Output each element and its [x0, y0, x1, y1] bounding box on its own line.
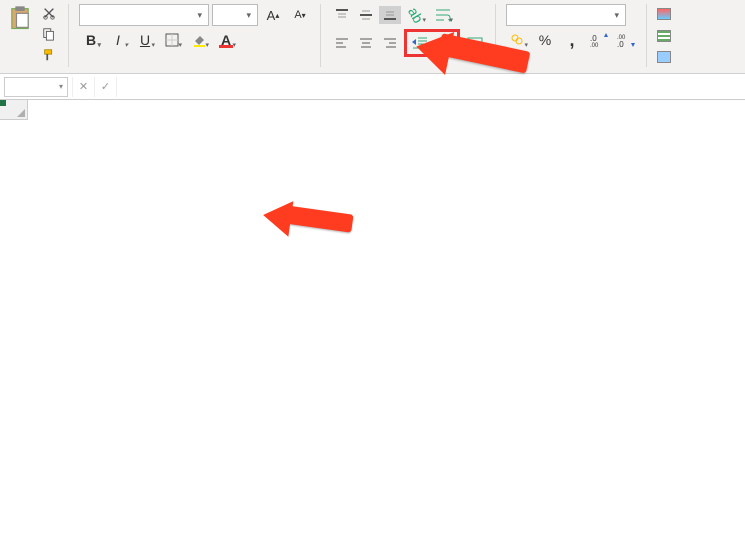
fill-color-button[interactable]: [187, 29, 211, 51]
increase-indent-button[interactable]: [433, 34, 455, 52]
orientation-button[interactable]: ab: [404, 4, 428, 26]
alignment-group: ab: [331, 4, 496, 67]
formula-input[interactable]: [138, 77, 745, 97]
svg-text:.00: .00: [590, 43, 599, 47]
align-bottom-button[interactable]: [379, 6, 401, 24]
align-left-button[interactable]: [331, 34, 353, 52]
number-format-select[interactable]: ▾: [506, 4, 626, 26]
cell-styles-button[interactable]: [657, 47, 675, 67]
align-right-button[interactable]: [379, 34, 401, 52]
decrease-font-button[interactable]: A▾: [288, 4, 312, 26]
merge-button[interactable]: [463, 32, 487, 54]
paste-button[interactable]: [6, 4, 34, 64]
conditional-formatting-button[interactable]: [657, 4, 675, 24]
cancel-formula-button[interactable]: ✕: [72, 77, 94, 97]
copy-button[interactable]: [38, 25, 60, 43]
format-painter-button[interactable]: [38, 46, 60, 64]
svg-text:.0: .0: [617, 40, 624, 47]
border-button[interactable]: [160, 29, 184, 51]
font-size-select[interactable]: ▾: [212, 4, 258, 26]
fill-handle[interactable]: [0, 100, 6, 106]
svg-text:.0: .0: [590, 34, 597, 43]
comma-button[interactable]: ,: [560, 29, 584, 51]
format-as-table-button[interactable]: [657, 26, 675, 46]
align-top-button[interactable]: [331, 6, 353, 24]
percent-button[interactable]: %: [533, 29, 557, 51]
enter-formula-button[interactable]: ✓: [94, 77, 116, 97]
decrease-indent-button[interactable]: [409, 34, 431, 52]
currency-button[interactable]: [506, 29, 530, 51]
decrease-decimal-button[interactable]: .00.0: [614, 29, 638, 51]
wrap-text-button[interactable]: [431, 4, 455, 26]
indent-highlight-box: [404, 29, 460, 57]
bold-button[interactable]: B: [79, 29, 103, 51]
name-box[interactable]: ▾: [4, 77, 68, 97]
cut-button[interactable]: [38, 4, 60, 22]
font-group: ▾ ▾ A▴ A▾ B I U A: [79, 4, 321, 67]
formula-bar: ▾ ✕ ✓: [0, 74, 745, 100]
italic-button[interactable]: I: [106, 29, 130, 51]
align-center-button[interactable]: [355, 34, 377, 52]
font-name-select[interactable]: ▾: [79, 4, 209, 26]
font-color-button[interactable]: A: [214, 29, 238, 51]
ribbon: ▾ ▾ A▴ A▾ B I U A ab: [0, 0, 745, 74]
styles-group: [657, 4, 675, 67]
increase-decimal-button[interactable]: .0.00: [587, 29, 611, 51]
underline-button[interactable]: U: [133, 29, 157, 51]
clipboard-group: [6, 4, 69, 67]
align-middle-button[interactable]: [355, 6, 377, 24]
number-group: ▾ % , .0.00 .00.0: [506, 4, 647, 67]
fx-button[interactable]: [116, 77, 138, 97]
increase-font-button[interactable]: A▴: [261, 4, 285, 26]
